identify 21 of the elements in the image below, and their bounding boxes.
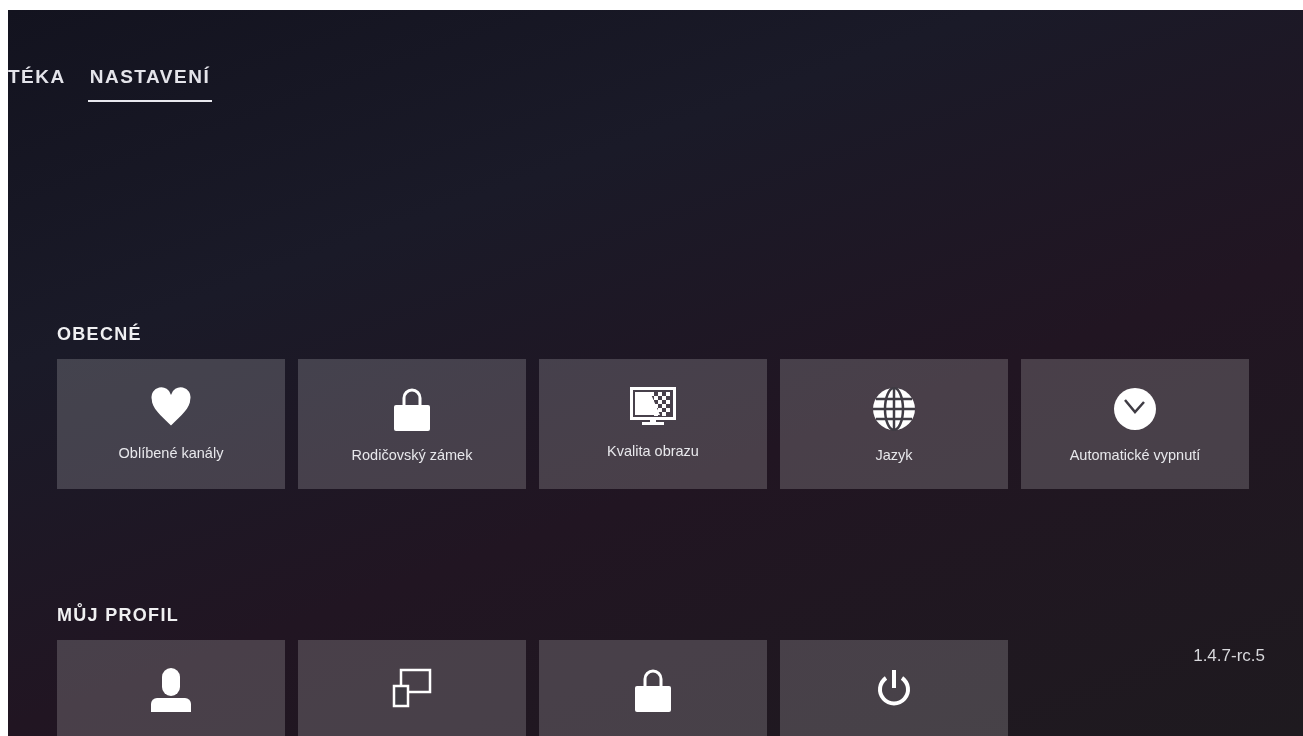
settings-tile[interactable] [57, 640, 285, 736]
settings-tile[interactable]: Oblíbené kanály [57, 359, 285, 489]
settings-tile[interactable] [780, 640, 1008, 736]
settings-tile[interactable]: Jazyk [780, 359, 1008, 489]
settings-tile[interactable]: Rodičovský zámek [298, 359, 526, 489]
version-text: 1.4.7-rc.5 [1193, 646, 1265, 666]
settings-tile[interactable]: Kvalita obrazu [539, 359, 767, 489]
settings-tile[interactable] [539, 640, 767, 736]
settings-tile[interactable]: Automatické vypnutí [1021, 359, 1249, 489]
padlock-icon [635, 668, 671, 712]
nav-tab[interactable]: NASTAVENÍ [87, 62, 213, 102]
globe-icon [872, 387, 916, 431]
devices-icon [392, 668, 432, 708]
nav-tab[interactable]: TÉKA [8, 62, 66, 102]
padlock-icon [394, 387, 430, 431]
monitor-icon [630, 387, 676, 427]
settings-tile[interactable] [298, 640, 526, 736]
section-title: OBECNÉ [57, 324, 143, 345]
person-icon [151, 668, 191, 712]
section-title: MŮJ PROFIL [57, 605, 180, 626]
clock-icon [1113, 387, 1157, 431]
